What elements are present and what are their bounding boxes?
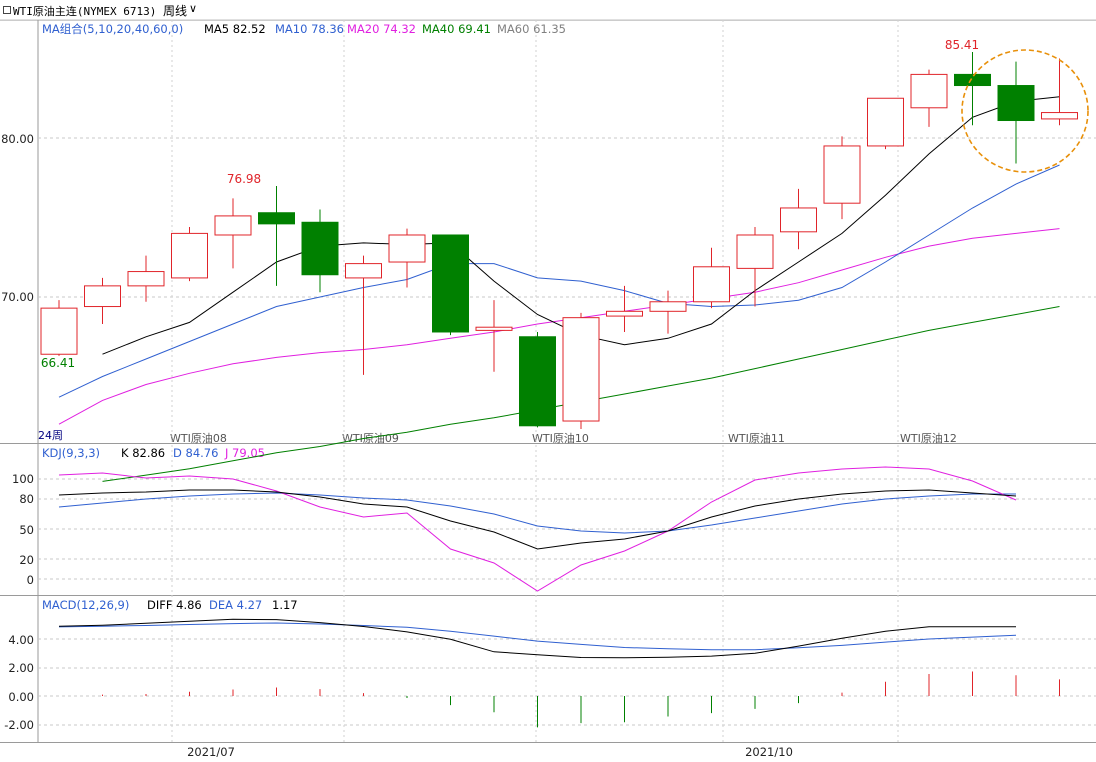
kdj-y-20: 20 [19, 553, 34, 567]
ma10-line [58, 164, 1060, 398]
y-tick-80: 80.00 [1, 132, 34, 146]
candle-body-1 [84, 285, 121, 308]
candle-body-2 [127, 271, 165, 287]
macd-y-neg2: -2.00 [4, 718, 34, 732]
candle-body-18 [823, 145, 861, 204]
kdj-legend-name[interactable]: KDJ(9,3,3) [42, 446, 100, 460]
kdj-y-0: 0 [27, 573, 34, 587]
ma5-value: MA5 82.52 [204, 22, 266, 36]
macd-dea-value: DEA 4.27 [209, 598, 262, 612]
chart-canvas: MA组合(5,10,20,40,60,0) MA5 82.52 MA10 78.… [0, 19, 1096, 759]
ma40-value: MA40 69.41 [422, 22, 491, 36]
kdj-d-value: D 84.76 [173, 446, 218, 460]
candle-body-14 [649, 301, 687, 312]
candle-body-10 [475, 326, 513, 331]
candle-body-21 [954, 73, 991, 87]
macd-diff-value: DIFF 4.86 [147, 598, 202, 612]
macd-hist-value: 1.17 [272, 598, 298, 612]
x-marker-24weeks: 24周 [38, 429, 63, 442]
ma20-value: MA20 74.32 [347, 22, 416, 36]
x-marker-wti11: WTI原油11 [728, 431, 785, 445]
candle-body-5 [258, 212, 295, 225]
candle-body-9 [432, 234, 469, 333]
y-tick-70: 70.00 [1, 290, 34, 304]
candle-body-8 [388, 234, 426, 263]
ma20-line [58, 228, 1060, 425]
x-label-2021-10: 2021/10 [745, 745, 793, 759]
candle-body-11 [519, 336, 556, 427]
candle-body-16 [736, 234, 774, 269]
high-label-1: 76.98 [227, 172, 261, 186]
candle-body-7 [345, 263, 382, 279]
x-marker-wti10: WTI原油10 [532, 431, 589, 445]
candle-body-23 [1041, 112, 1078, 120]
ma-legend-name[interactable]: MA组合(5,10,20,40,60,0) [42, 22, 183, 36]
candle-body-13 [606, 310, 643, 317]
x-marker-wti12: WTI原油12 [900, 431, 957, 445]
kdj-j-value: J 79.05 [224, 446, 265, 460]
low-label: 66.41 [41, 356, 75, 370]
macd-dea-line [58, 622, 1017, 651]
macd-y-4: 4.00 [8, 633, 34, 647]
kdj-y-80: 80 [19, 492, 34, 506]
candle-body-6 [301, 221, 339, 276]
kdj-y-50: 50 [19, 523, 34, 537]
candle-body-12 [562, 317, 600, 422]
candle-body-4 [214, 215, 252, 236]
x-marker-wti08: WTI原油08 [170, 431, 227, 445]
candle-body-15 [693, 266, 730, 303]
x-label-2021-07: 2021/07 [187, 745, 235, 759]
ma60-value: MA60 61.35 [497, 22, 566, 36]
kdj-y-100: 100 [12, 472, 34, 486]
ma10-value: MA10 78.36 [275, 22, 344, 36]
high-label-2: 85.41 [945, 38, 979, 52]
candle-body-17 [780, 207, 817, 233]
macd-legend-name[interactable]: MACD(12,26,9) [42, 598, 129, 612]
candle-body-20 [910, 73, 948, 109]
macd-y-2: 2.00 [8, 661, 34, 675]
candle-body-22 [997, 85, 1035, 122]
candle-body-3 [171, 232, 208, 279]
macd-y-0: 0.00 [8, 690, 34, 704]
candle-body-0 [40, 307, 78, 355]
kdj-k-value: K 82.86 [121, 446, 165, 460]
candle-body-19 [867, 97, 904, 147]
